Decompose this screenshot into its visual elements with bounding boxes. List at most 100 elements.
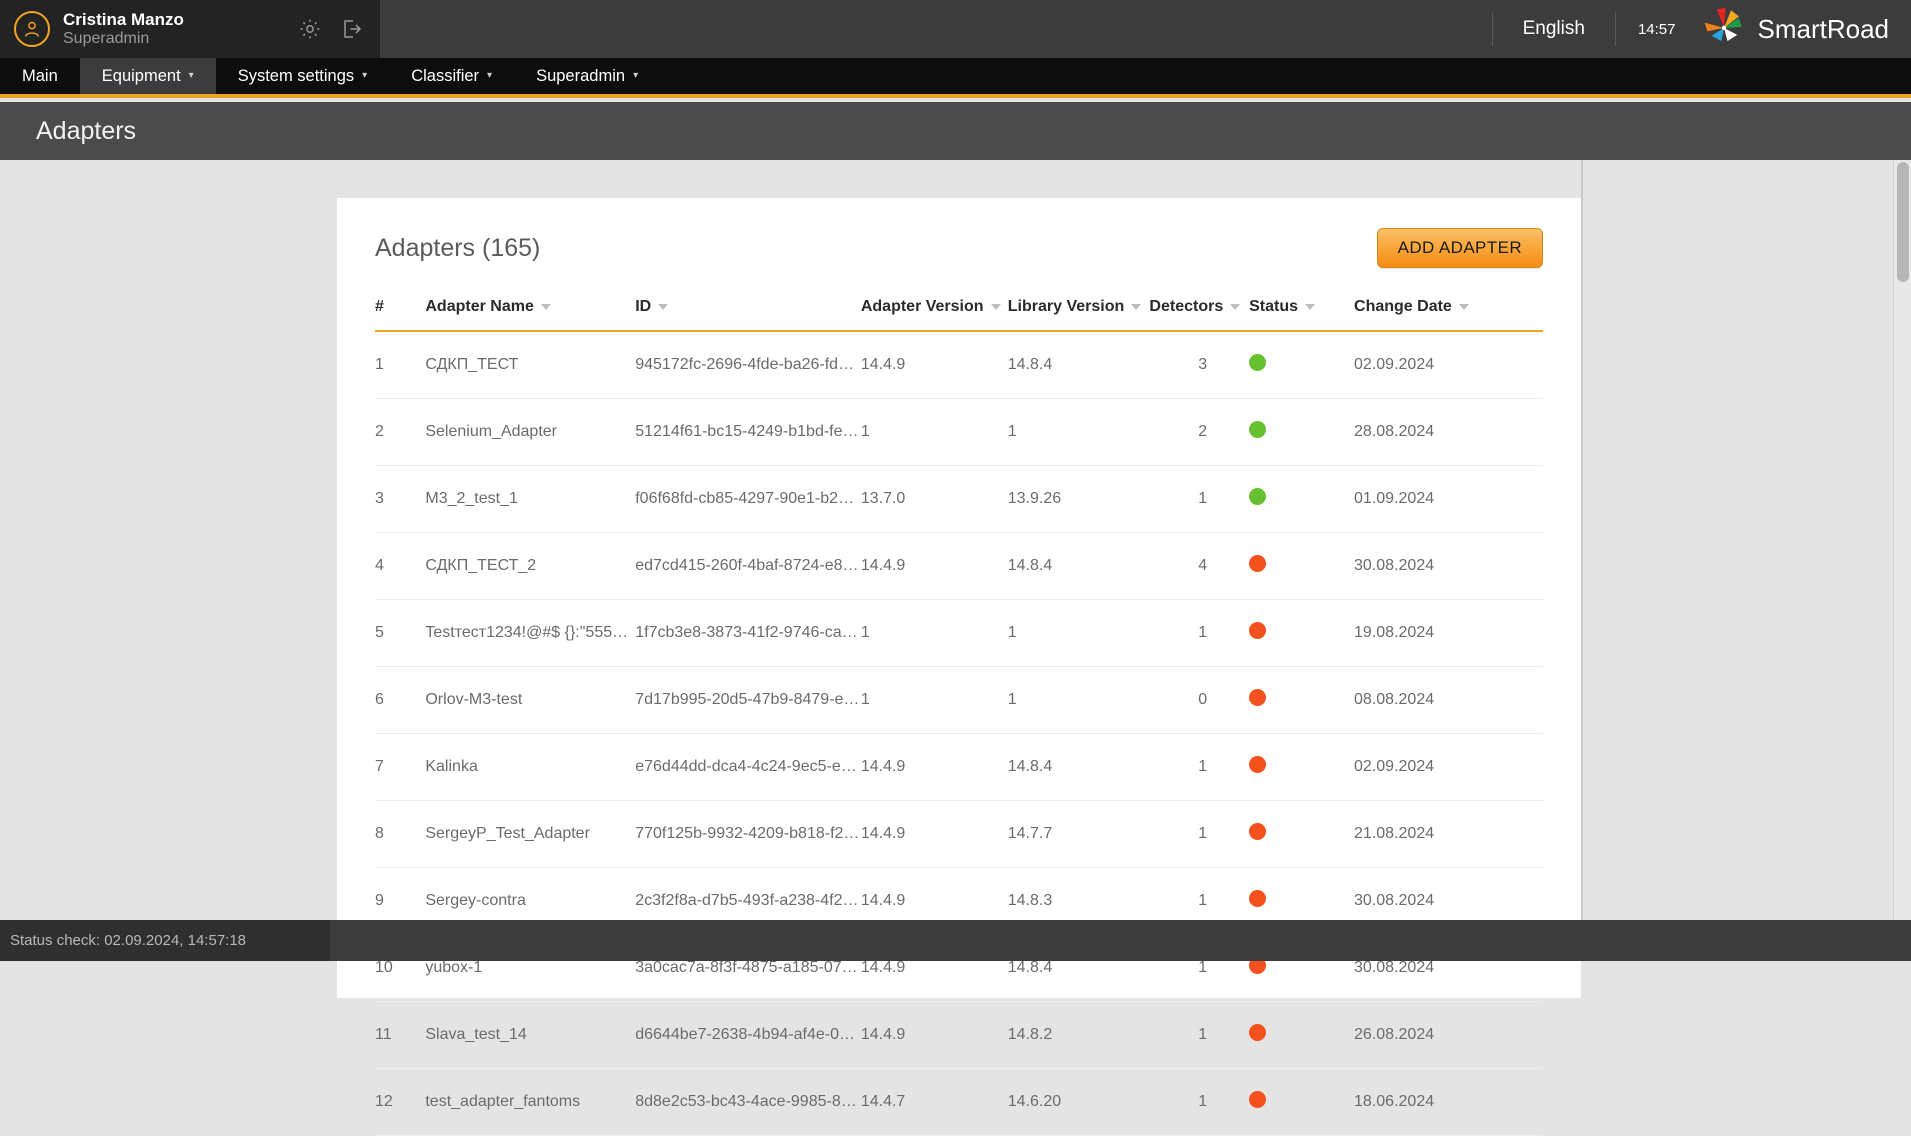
add-adapter-button[interactable]: ADD ADAPTER xyxy=(1377,228,1543,268)
sort-caret-icon[interactable] xyxy=(991,304,1001,310)
row-id: 7d17b995-20d5-47b9-8479-e… xyxy=(635,667,861,734)
scrollbar-thumb[interactable] xyxy=(1897,162,1909,282)
row-change-date: 28.08.2024 xyxy=(1354,399,1543,466)
nav-item-classifier[interactable]: Classifier ▾ xyxy=(389,58,514,94)
brand: SmartRoad xyxy=(1698,5,1911,54)
sort-caret-icon[interactable] xyxy=(1459,304,1469,310)
user-text: Cristina Manzo Superadmin xyxy=(63,10,184,49)
status-badge xyxy=(1249,689,1266,706)
status-badge xyxy=(1249,622,1266,639)
status-badge xyxy=(1249,555,1266,572)
status-badge xyxy=(1249,1091,1266,1108)
card-right-divider xyxy=(1581,160,1583,960)
nav-item-label: Equipment xyxy=(102,67,181,86)
row-detectors: 1 xyxy=(1149,1002,1249,1069)
nav-item-equipment[interactable]: Equipment ▾ xyxy=(80,58,216,94)
row-detectors: 1 xyxy=(1149,734,1249,801)
col-label: Status xyxy=(1249,298,1298,316)
status-badge xyxy=(1249,1024,1266,1041)
row-id: 1f7cb3e8-3873-41f2-9746-ca… xyxy=(635,600,861,667)
row-change-date: 02.09.2024 xyxy=(1354,331,1543,399)
status-badge xyxy=(1249,890,1266,907)
user-block: Cristina Manzo Superadmin xyxy=(0,0,380,58)
status-badge xyxy=(1249,823,1266,840)
status-badge xyxy=(1249,488,1266,505)
row-adapter-version: 13.7.0 xyxy=(861,466,1008,533)
sort-caret-icon[interactable] xyxy=(1131,304,1141,310)
col-label: Detectors xyxy=(1149,298,1223,316)
card-header: Adapters (165) ADD ADAPTER xyxy=(337,198,1581,268)
row-change-date: 26.08.2024 xyxy=(1354,1002,1543,1069)
row-detectors: 1 xyxy=(1149,600,1249,667)
status-badge xyxy=(1249,756,1266,773)
table-row[interactable]: 2Selenium_Adapter51214f61-bc15-4249-b1bd… xyxy=(375,399,1543,466)
gear-icon[interactable] xyxy=(296,15,324,43)
row-change-date: 19.08.2024 xyxy=(1354,600,1543,667)
row-adapter-name: Kalinka xyxy=(425,734,635,801)
row-number: 4 xyxy=(375,533,425,600)
row-detectors: 1 xyxy=(1149,801,1249,868)
row-change-date: 18.06.2024 xyxy=(1354,1069,1543,1136)
row-adapter-version: 14.4.9 xyxy=(861,801,1008,868)
table-body: 1СДКП_ТЕСТ945172fc-2696-4fde-ba26-fd6…14… xyxy=(375,331,1543,1136)
row-adapter-name: СДКП_ТЕСТ_2 xyxy=(425,533,635,600)
nav-item-superadmin[interactable]: Superadmin ▾ xyxy=(514,58,660,94)
row-library-version: 1 xyxy=(1008,667,1150,734)
nav-item-label: Superadmin xyxy=(536,67,625,86)
row-status xyxy=(1249,399,1354,466)
row-status xyxy=(1249,667,1354,734)
col-header-status[interactable]: Status xyxy=(1249,298,1354,331)
row-status xyxy=(1249,600,1354,667)
col-header-detectors[interactable]: Detectors xyxy=(1149,298,1249,331)
row-number: 12 xyxy=(375,1069,425,1136)
table-row[interactable]: 7Kalinkae76d44dd-dca4-4c24-9ec5-e8…14.4.… xyxy=(375,734,1543,801)
row-status xyxy=(1249,1069,1354,1136)
col-header-id[interactable]: ID xyxy=(635,298,861,331)
language-selector[interactable]: English xyxy=(1493,18,1615,40)
table-row[interactable]: 5Testтест1234!@#$ {}:"555555…1f7cb3e8-38… xyxy=(375,600,1543,667)
table-row[interactable]: 8SergeyP_Test_Adapter770f125b-9932-4209-… xyxy=(375,801,1543,868)
table-row[interactable]: 4СДКП_ТЕСТ_2ed7cd415-260f-4baf-8724-e8…1… xyxy=(375,533,1543,600)
row-detectors: 1 xyxy=(1149,466,1249,533)
row-detectors: 1 xyxy=(1149,1069,1249,1136)
main-navigation: Main Equipment ▾ System settings ▾ Class… xyxy=(0,58,1911,98)
table-header-row: # Adapter Name ID Adapter Version Librar xyxy=(375,298,1543,331)
page-title: Adapters xyxy=(36,117,136,146)
col-header-change-date[interactable]: Change Date xyxy=(1354,298,1543,331)
col-label: # xyxy=(375,298,384,316)
sort-caret-icon[interactable] xyxy=(658,304,668,310)
logout-icon[interactable] xyxy=(338,15,366,43)
status-bar: Status check: 02.09.2024, 14:57:18 xyxy=(0,920,1911,961)
table-row[interactable]: 3M3_2_test_1f06f68fd-cb85-4297-90e1-b26…… xyxy=(375,466,1543,533)
row-adapter-name: Orlov-M3-test xyxy=(425,667,635,734)
chevron-down-icon: ▾ xyxy=(633,71,638,81)
card-title: Adapters (165) xyxy=(375,234,540,263)
page-scrollbar[interactable] xyxy=(1893,160,1911,961)
sort-caret-icon[interactable] xyxy=(1230,304,1240,310)
table-row[interactable]: 1СДКП_ТЕСТ945172fc-2696-4fde-ba26-fd6…14… xyxy=(375,331,1543,399)
sort-caret-icon[interactable] xyxy=(541,304,551,310)
row-adapter-version: 1 xyxy=(861,600,1008,667)
row-adapter-version: 14.4.9 xyxy=(861,1002,1008,1069)
nav-item-system-settings[interactable]: System settings ▾ xyxy=(216,58,390,94)
row-change-date: 01.09.2024 xyxy=(1354,466,1543,533)
row-id: 945172fc-2696-4fde-ba26-fd6… xyxy=(635,331,861,399)
table-row[interactable]: 11Slava_test_14d6644be7-2638-4b94-af4e-0… xyxy=(375,1002,1543,1069)
col-header-adapter-version[interactable]: Adapter Version xyxy=(861,298,1008,331)
nav-item-main[interactable]: Main xyxy=(0,58,80,94)
row-library-version: 1 xyxy=(1008,600,1150,667)
table-row[interactable]: 12test_adapter_fantoms8d8e2c53-bc43-4ace… xyxy=(375,1069,1543,1136)
col-header-adapter-name[interactable]: Adapter Name xyxy=(425,298,635,331)
row-library-version: 14.8.4 xyxy=(1008,533,1150,600)
row-adapter-name: СДКП_ТЕСТ xyxy=(425,331,635,399)
row-adapter-name: Selenium_Adapter xyxy=(425,399,635,466)
user-role: Superadmin xyxy=(63,30,184,49)
table-row[interactable]: 6Orlov-M3-test7d17b995-20d5-47b9-8479-e…… xyxy=(375,667,1543,734)
col-header-number: # xyxy=(375,298,425,331)
row-detectors: 3 xyxy=(1149,331,1249,399)
sort-caret-icon[interactable] xyxy=(1305,304,1315,310)
status-badge xyxy=(1249,421,1266,438)
row-change-date: 21.08.2024 xyxy=(1354,801,1543,868)
row-detectors: 0 xyxy=(1149,667,1249,734)
col-header-library-version[interactable]: Library Version xyxy=(1008,298,1150,331)
